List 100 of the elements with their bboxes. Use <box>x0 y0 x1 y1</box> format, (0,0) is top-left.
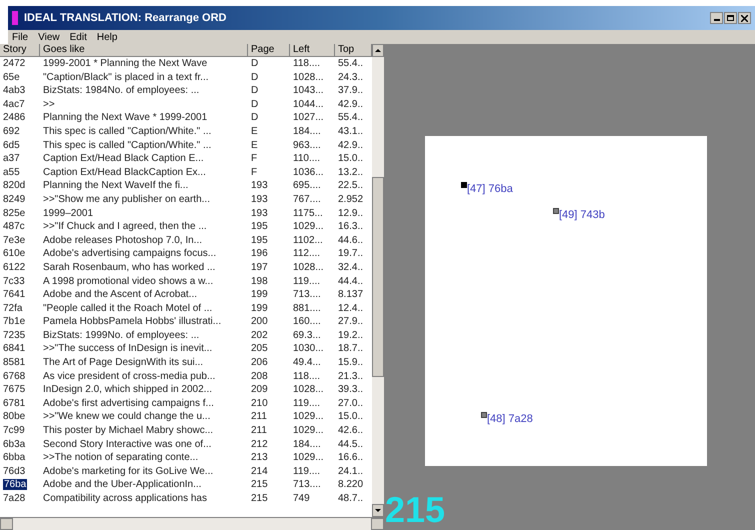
table-cell: "People called it the Roach Motel of ... <box>43 302 212 314</box>
marker-square-icon[interactable] <box>553 208 559 214</box>
table-cell: As vice president of cross-media pub... <box>43 370 216 382</box>
table-cell: 16.3.. <box>338 221 364 232</box>
table-cell: 2486 <box>3 112 26 124</box>
table-cell: 80be <box>3 411 26 422</box>
table-cell: 6122 <box>3 262 26 273</box>
table-cell: 6d5 <box>3 140 20 151</box>
table-cell: 12.4.. <box>338 302 364 314</box>
table-cell: 6841 <box>3 343 26 354</box>
table-cell: 7e3e <box>3 234 26 246</box>
table-cell: 16.6.. <box>338 452 364 464</box>
table-cell: D <box>251 112 258 124</box>
table-cell: 6b3a <box>3 438 26 450</box>
table-cell: 48.7.. <box>338 493 364 504</box>
table-cell: 6768 <box>3 370 26 382</box>
table-cell: BizStats: 1984No. of employees: ... <box>43 85 200 96</box>
table-cell: 2.952 <box>338 194 364 205</box>
column-header[interactable]: Left <box>290 44 335 57</box>
menu-item[interactable]: File <box>12 30 28 44</box>
table-cell: 76d3 <box>3 466 26 477</box>
marker-label: [47] 76ba <box>467 183 513 195</box>
table-cell: Adobe and the Ascent of Acrobat... <box>43 289 197 300</box>
table-cell: 212 <box>251 438 268 450</box>
table-cell: A 1998 promotional video shows a w... <box>43 276 214 286</box>
vertical-scrollbar[interactable] <box>372 44 384 517</box>
table-cell: 195 <box>251 221 268 232</box>
menu-item[interactable]: Edit <box>70 30 87 44</box>
table-cell: 76ba <box>3 479 28 490</box>
marker-label: [49] 743b <box>559 209 605 221</box>
horizontal-scrollbar[interactable] <box>0 517 384 530</box>
column-header[interactable]: Page <box>248 44 290 57</box>
table-cell: Pamela HobbsPamela Hobbs' illustrati... <box>43 316 222 328</box>
table-cell: 487c <box>3 221 25 232</box>
table-cell: 42.9.. <box>338 98 364 110</box>
table-cell: >>The notion of separating conte... <box>43 452 198 464</box>
table-cell: 2472 <box>3 58 26 69</box>
table-cell: 1029... <box>293 411 324 422</box>
table-cell: 55.4.. <box>338 58 364 69</box>
table-cell: 6bba <box>3 452 26 464</box>
close-button[interactable] <box>738 12 751 24</box>
table-cell: F <box>251 166 258 178</box>
column-header[interactable]: Goes like <box>40 44 248 57</box>
table-cell: 13.2.. <box>338 166 364 178</box>
table-cell: This spec is called "Caption/White." ... <box>43 126 212 137</box>
table-cell: 963.... <box>293 140 321 151</box>
maximize-button[interactable] <box>724 12 737 24</box>
table-cell: >>"Show me any publisher on earth... <box>43 194 210 205</box>
table-cell: 21.3.. <box>338 370 364 382</box>
column-header[interactable]: Story <box>0 44 40 57</box>
marker-square-icon[interactable] <box>481 412 487 418</box>
table-cell: 118.... <box>293 370 320 382</box>
table-cell: 197 <box>251 262 268 273</box>
table-cell: This spec is called "Caption/White." ... <box>43 140 212 151</box>
table-cell: 199 <box>251 302 268 314</box>
table-cell: 195 <box>251 234 268 246</box>
menu-item[interactable]: View <box>38 30 60 44</box>
menu-item[interactable]: Help <box>96 30 118 44</box>
table-cell: BizStats: 1999No. of employees: ... <box>43 330 200 341</box>
table-cell: 49.4... <box>293 357 321 368</box>
table-cell: 119.... <box>293 466 320 477</box>
table-cell: This poster by Michael Mabry showc... <box>43 425 214 436</box>
table-cell: 1029... <box>293 425 324 436</box>
table-cell: 44.4.. <box>338 276 364 286</box>
table-cell: 19.2.. <box>338 330 364 341</box>
window-title: IDEAL TRANSLATION: Rearrange ORD <box>24 10 227 26</box>
minimize-button[interactable] <box>710 12 723 24</box>
table-cell: 24.3.. <box>338 72 364 83</box>
table-cell: Caption Ext/Head BlackCaption Ex... <box>43 166 206 178</box>
table-cell: 199 <box>251 289 268 300</box>
table-cell: 713.... <box>293 479 321 490</box>
table-cell: 8.220 <box>338 479 364 490</box>
app-icon <box>12 11 18 25</box>
table-cell: 7c99 <box>3 425 25 436</box>
table-cell: 6781 <box>3 398 26 409</box>
page-number: 215 <box>385 490 446 530</box>
table-cell: 112.... <box>293 248 320 260</box>
table-cell: 200 <box>251 316 268 328</box>
table-cell: 1027... <box>293 112 324 124</box>
table-cell: 820d <box>3 180 26 192</box>
table-cell: 55.4.. <box>338 112 364 124</box>
table-cell: 44.5.. <box>338 438 364 450</box>
table-cell: 4ab3 <box>3 85 26 96</box>
table-cell: 42.6.. <box>338 425 364 436</box>
table-cell: 1029... <box>293 452 324 464</box>
table-cell: 695.... <box>293 180 321 192</box>
table-cell: 4ac7 <box>3 98 25 110</box>
table-cell: D <box>251 58 258 69</box>
marker-square-icon[interactable] <box>461 182 467 188</box>
table-cell: 1030... <box>293 343 324 354</box>
table-cell: 1036... <box>293 166 324 178</box>
table-cell: 8581 <box>3 357 26 368</box>
table-cell: Second Story Interactive was one of... <box>43 438 212 450</box>
table-cell: 43.1.. <box>338 126 364 137</box>
table-cell: D <box>251 85 258 96</box>
table-cell: Planning the Next Wave * 1999-2001 <box>43 112 208 124</box>
table-cell: 8.137 <box>338 289 364 300</box>
table-cell: 24.1.. <box>338 466 364 477</box>
table-cell: 42.9.. <box>338 140 364 151</box>
table-cell: 184.... <box>293 126 321 137</box>
